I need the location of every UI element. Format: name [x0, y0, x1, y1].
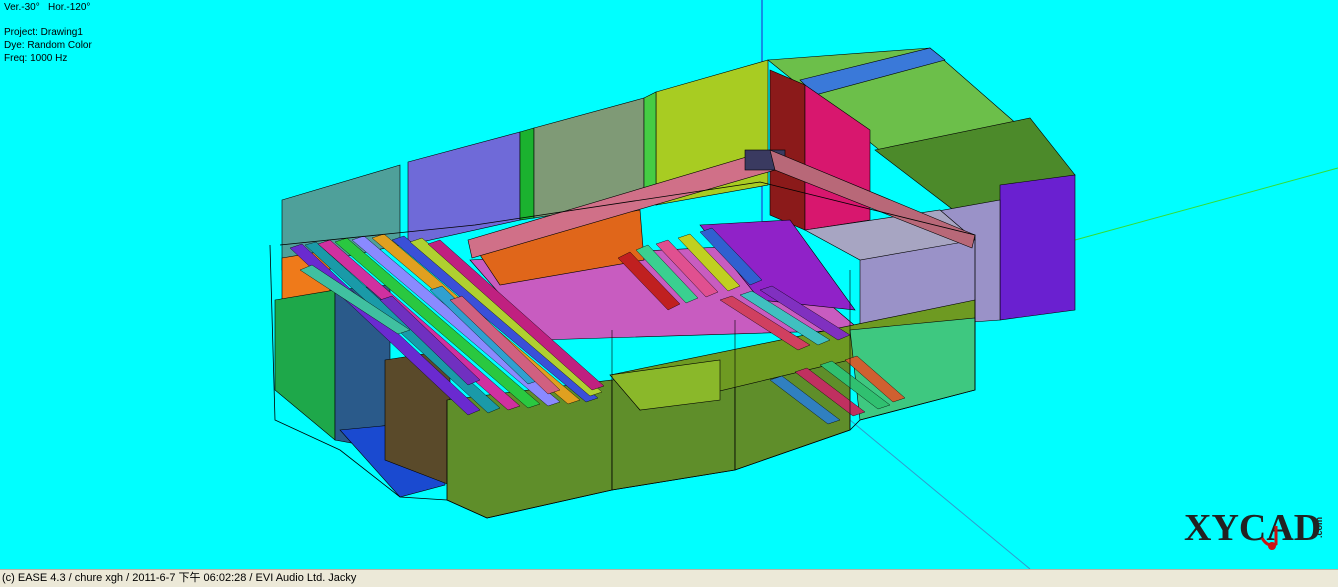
dye-label: Dye: Random Color	[4, 40, 92, 51]
view-angle-label: Ver.-30° Hor.-120°	[4, 2, 91, 13]
logo-text: XYCAD	[1184, 507, 1321, 549]
freq-label: Freq: 1000 Hz	[4, 53, 68, 64]
music-note-icon-head	[1268, 542, 1276, 550]
axis-horizontal	[1074, 167, 1338, 241]
project-label: Project: Drawing1	[4, 27, 83, 38]
wall-back-green-strip	[519, 127, 535, 221]
axis-diagonal	[849, 419, 1031, 569]
wall-back-purple	[407, 131, 521, 246]
logo-suffix: .com	[1314, 517, 1324, 538]
xycad-logo: XYCAD .com	[1184, 498, 1334, 558]
room-model-3d[interactable]	[0, 0, 1338, 569]
stage-front-purple	[999, 174, 1076, 321]
status-bar: (c) EASE 4.3 / chure xgh / 2011-6-7 下午 0…	[0, 569, 1338, 587]
3d-viewport[interactable]: Ver.-30° Hor.-120° Project: Drawing1 Dye…	[0, 0, 1338, 569]
status-text: (c) EASE 4.3 / chure xgh / 2011-6-7 下午 0…	[2, 572, 357, 584]
left-box-green	[274, 289, 336, 441]
